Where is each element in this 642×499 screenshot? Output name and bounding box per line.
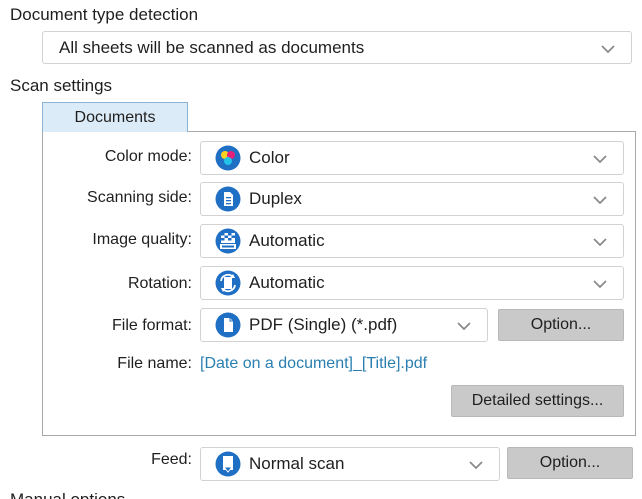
duplex-page-icon [215, 186, 241, 212]
color-mode-dropdown[interactable]: Color [200, 141, 624, 175]
chevron-down-icon [593, 280, 607, 289]
tab-documents[interactable]: Documents [42, 102, 188, 132]
file-format-label: File format: [111, 317, 192, 334]
file-format-dropdown[interactable]: PDF (Single) (*.pdf) [200, 308, 488, 342]
rotation-value: Automatic [249, 273, 325, 292]
feed-icon [215, 451, 241, 477]
document-type-dropdown[interactable]: All sheets will be scanned as documents [42, 31, 632, 64]
document-type-value: All sheets will be scanned as documents [59, 37, 365, 57]
auto-quality-icon [215, 228, 241, 254]
document-icon [215, 312, 241, 338]
file-name-link[interactable]: [Date on a document]_[Title].pdf [200, 355, 427, 373]
rotation-label: Rotation: [127, 275, 192, 292]
chevron-down-icon [593, 155, 607, 164]
next-section-heading: Manual options [10, 490, 125, 499]
rotation-dropdown[interactable]: Automatic [200, 266, 624, 300]
image-quality-value: Automatic [249, 231, 325, 250]
scanning-side-value: Duplex [249, 189, 302, 208]
color-palette-icon [215, 145, 241, 171]
chevron-down-icon [593, 196, 607, 205]
detailed-settings-button[interactable]: Detailed settings... [451, 385, 624, 417]
feed-label: Feed: [151, 451, 192, 468]
image-quality-dropdown[interactable]: Automatic [200, 224, 624, 258]
scanning-side-label: Scanning side: [87, 189, 192, 206]
document-type-heading: Document type detection [10, 5, 199, 24]
chevron-down-icon [469, 461, 483, 470]
image-quality-label: Image quality: [92, 231, 192, 248]
color-mode-label: Color mode: [104, 148, 192, 165]
chevron-down-icon [601, 44, 615, 53]
chevron-down-icon [593, 238, 607, 247]
feed-value: Normal scan [249, 454, 345, 473]
color-mode-value: Color [249, 148, 290, 167]
scan-settings-heading: Scan settings [10, 76, 113, 95]
scanning-side-dropdown[interactable]: Duplex [200, 182, 624, 216]
chevron-down-icon [457, 322, 471, 331]
rotation-icon [215, 270, 241, 296]
file-format-option-button[interactable]: Option... [498, 309, 624, 341]
file-name-label: File name: [117, 355, 192, 372]
tab-documents-label: Documents [74, 108, 156, 126]
scan-settings-window: Document type detection All sheets will … [0, 0, 642, 499]
file-format-value: PDF (Single) (*.pdf) [249, 315, 398, 334]
feed-option-button[interactable]: Option... [507, 447, 633, 479]
feed-dropdown[interactable]: Normal scan [200, 447, 500, 481]
